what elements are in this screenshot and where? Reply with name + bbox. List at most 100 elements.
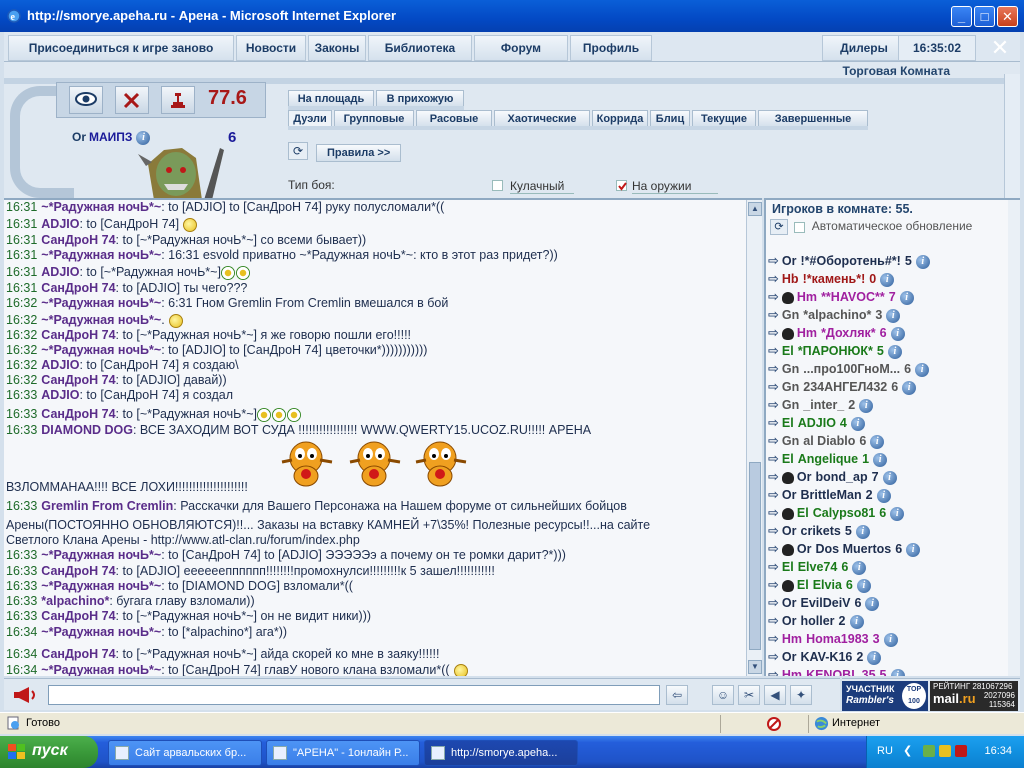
character-name[interactable]: Or МАИПЗ i [72, 130, 151, 145]
language-indicator[interactable]: RU [877, 745, 893, 757]
player-row[interactable]: ⇨ Or BrittleMan 2 i [768, 486, 891, 504]
auto-refresh[interactable]: ⟳ Автоматическое обновление [770, 219, 1000, 235]
send-arrow-icon[interactable]: ⇦ [666, 685, 688, 705]
player-name[interactable]: Homa1983 [806, 632, 869, 646]
private-arrow-icon[interactable]: ⇨ [768, 649, 779, 664]
player-row[interactable]: ⇨ Or EvilDeiV 6 i [768, 594, 880, 612]
chat-author[interactable]: СанДроН 74 [41, 233, 115, 247]
scroll-up-icon[interactable]: ▲ [748, 202, 762, 216]
private-arrow-icon[interactable]: ⇨ [768, 271, 779, 286]
forum-button[interactable]: Форум [474, 35, 568, 61]
player-name[interactable]: 234АНГЕЛ432 [803, 380, 887, 394]
private-arrow-icon[interactable]: ⇨ [768, 289, 779, 304]
player-row[interactable]: ⇨ Gn _inter_ 2 i [768, 396, 874, 414]
players-scrollbar[interactable] [1008, 200, 1020, 676]
player-name[interactable]: al Diablo [803, 434, 855, 448]
info-icon[interactable]: i [852, 560, 867, 575]
minimize-button[interactable]: _ [951, 6, 972, 27]
megaphone-icon[interactable] [12, 686, 38, 704]
private-arrow-icon[interactable]: ⇨ [768, 451, 779, 466]
chat-author[interactable]: СанДроН 74 [41, 564, 115, 578]
info-icon[interactable]: i [850, 416, 865, 431]
player-name[interactable]: !*#Оборотень#*! [801, 254, 901, 268]
chat-author[interactable]: СанДроН 74 [41, 609, 115, 623]
private-arrow-icon[interactable]: ⇨ [768, 487, 779, 502]
tray-antivirus-icon[interactable] [955, 745, 967, 757]
player-row[interactable]: ⇨ Hm KENOBI_35 5 i [768, 666, 905, 676]
refresh-icon[interactable]: ⟳ [288, 142, 308, 160]
private-arrow-icon[interactable]: ⇨ [768, 505, 779, 520]
info-icon[interactable]: i [882, 470, 897, 485]
info-icon[interactable]: i [849, 614, 864, 629]
player-row[interactable]: ⇨ El Calypso81 6 i [768, 504, 905, 522]
info-icon[interactable]: i [906, 542, 921, 557]
tray-expand-icon[interactable]: ❮ [903, 744, 912, 757]
info-icon[interactable]: i [855, 524, 870, 539]
chat-author[interactable]: ADJIO [41, 217, 79, 231]
private-arrow-icon[interactable]: ⇨ [768, 523, 779, 538]
info-icon[interactable]: i [859, 398, 874, 413]
weapon-checkbox[interactable] [616, 180, 627, 191]
player-name[interactable]: ...про100ГноМ... [803, 362, 900, 376]
private-arrow-icon[interactable]: ⇨ [768, 469, 779, 484]
info-icon[interactable]: i [865, 596, 880, 611]
player-name[interactable]: BrittleMan [801, 488, 862, 502]
task-item[interactable]: "АРЕНА" - 1онлайн Р... [266, 740, 420, 766]
info-icon[interactable]: i [915, 254, 930, 269]
info-icon[interactable]: i [890, 668, 905, 676]
player-row[interactable]: ⇨ Or !*#Оборотень#*! 5 i [768, 252, 930, 270]
private-arrow-icon[interactable]: ⇨ [768, 397, 779, 412]
chat-author[interactable]: СанДроН 74 [41, 647, 115, 661]
scroll-down-icon[interactable]: ▼ [748, 660, 762, 674]
private-arrow-icon[interactable]: ⇨ [768, 343, 779, 358]
smiley-icon[interactable]: ☺ [712, 685, 734, 705]
player-row[interactable]: ⇨ Hm *Дохляк* 6 i [768, 324, 905, 342]
player-name[interactable]: holler [801, 614, 835, 628]
player-name[interactable]: Angelique [798, 452, 858, 466]
player-name[interactable]: Elve74 [798, 560, 838, 574]
rejoin-button[interactable]: Присоединиться к игре заново [8, 35, 234, 61]
exit-icon[interactable]: ✕ [986, 36, 1014, 60]
chat-author[interactable]: ADJIO [41, 265, 79, 279]
mute-icon[interactable]: ◀ [764, 685, 786, 705]
private-arrow-icon[interactable]: ⇨ [768, 667, 779, 676]
popup-blocked-icon[interactable] [766, 716, 782, 732]
player-row[interactable]: ⇨ Gn 234АНГЕЛ432 6 i [768, 378, 917, 396]
auto-refresh-checkbox[interactable] [794, 221, 806, 233]
player-name[interactable]: !*камень*! [803, 272, 866, 286]
chat-author[interactable]: DIAMOND DOG [41, 423, 133, 437]
player-row[interactable]: ⇨ El Elvia 6 i [768, 576, 871, 594]
info-icon[interactable]: i [890, 506, 905, 521]
chat-author[interactable]: СанДроН 74 [41, 328, 115, 342]
close-button[interactable]: ✕ [997, 6, 1018, 27]
private-arrow-icon[interactable]: ⇨ [768, 325, 779, 340]
info-icon[interactable]: i [899, 290, 914, 305]
info-icon[interactable]: i [890, 326, 905, 341]
rambler-top100-banner[interactable]: УЧАСТНИК Rambler's TOP 100 [842, 681, 928, 711]
character-button[interactable] [161, 86, 195, 114]
chat-author[interactable]: ~*Радужная ночЬ*~ [41, 343, 161, 357]
info-icon[interactable]: i [915, 362, 930, 377]
player-row[interactable]: ⇨ Hb !*камень*! 0 i [768, 270, 895, 288]
chat-author[interactable]: ~*Радужная ночЬ*~ [41, 579, 161, 593]
start-button[interactable]: пуск [0, 736, 98, 768]
player-row[interactable]: ⇨ Gn ...про100ГноМ... 6 i [768, 360, 930, 378]
scissors-icon[interactable]: ✂ [738, 685, 760, 705]
chat-scrollbar[interactable]: ▲ ▼ [746, 200, 762, 676]
player-name[interactable]: bond_ap [816, 470, 868, 484]
player-row[interactable]: ⇨ Or KAV-K16 2 i [768, 648, 882, 666]
info-icon[interactable]: i [886, 308, 901, 323]
chat-author[interactable]: ~*Радужная ночЬ*~ [41, 200, 161, 214]
private-arrow-icon[interactable]: ⇨ [768, 613, 779, 628]
private-arrow-icon[interactable]: ⇨ [768, 595, 779, 610]
window-title-bar[interactable]: e http://smorye.apeha.ru - Арена - Micro… [0, 0, 1024, 32]
private-arrow-icon[interactable]: ⇨ [768, 415, 779, 430]
library-button[interactable]: Библиотека [368, 35, 472, 61]
task-item-active[interactable]: http://smorye.apeha... [424, 740, 578, 766]
info-icon[interactable]: i [876, 488, 891, 503]
player-row[interactable]: ⇨ El Angelique 1 i [768, 450, 888, 468]
player-row[interactable]: ⇨ Hm Homa1983 3 i [768, 630, 898, 648]
chat-author[interactable]: ~*Радужная ночЬ*~ [41, 313, 161, 327]
chat-author[interactable]: ADJIO [41, 388, 79, 402]
player-row[interactable]: ⇨ El ADJIO 4 i [768, 414, 865, 432]
